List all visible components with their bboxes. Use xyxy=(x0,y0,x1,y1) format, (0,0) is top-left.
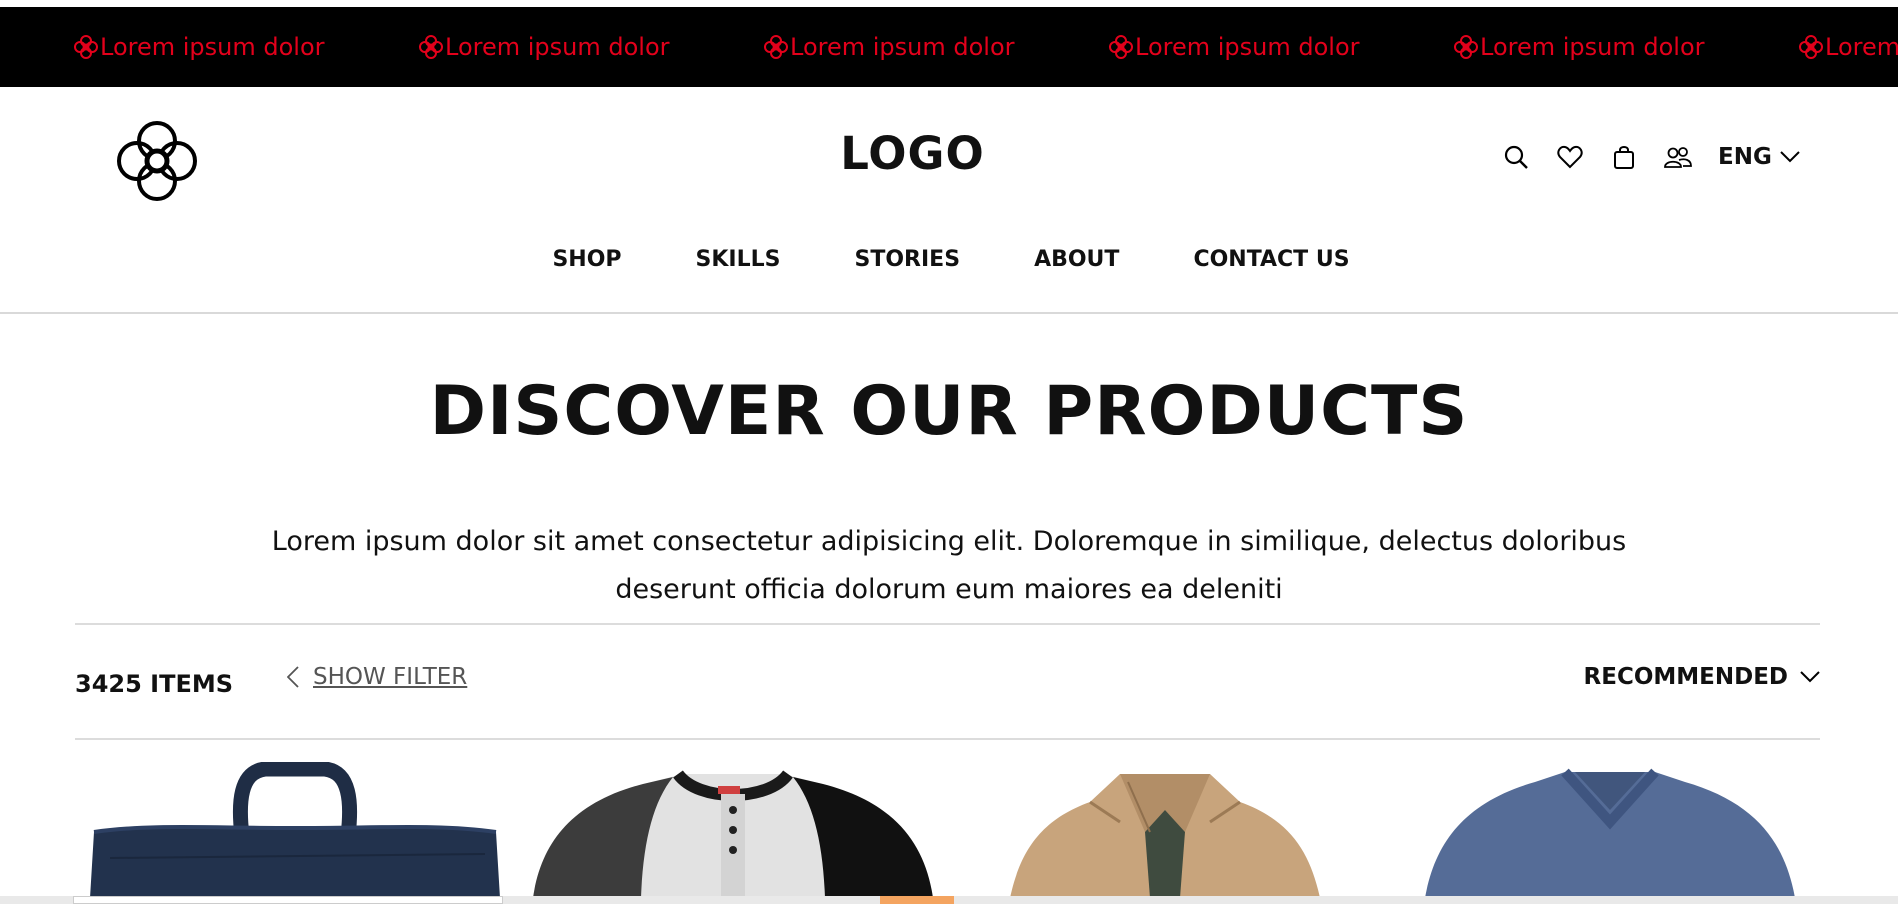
product-image-khaki-jacket[interactable] xyxy=(1010,762,1320,898)
flower-icon xyxy=(1454,35,1478,59)
announcement-item: Lorem ipsum dolor xyxy=(1453,7,1705,87)
item-count: 3425 ITEMS xyxy=(75,670,234,698)
bag-icon[interactable] xyxy=(1608,141,1640,173)
page-title: DISCOVER OUR PRODUCTS xyxy=(429,372,1469,451)
announcement-item: Lorem ipsum dolor xyxy=(73,7,325,87)
nav-item-stories[interactable]: STORIES xyxy=(855,247,961,272)
nav-item-skills[interactable]: SKILLS xyxy=(696,247,781,272)
product-image-navy-bag[interactable] xyxy=(90,762,500,898)
product-image-raglan-henley[interactable] xyxy=(533,762,933,898)
description-line: Lorem ipsum dolor sit amet consectetur a… xyxy=(271,526,1627,557)
search-icon[interactable] xyxy=(1500,141,1532,173)
main-nav: SHOP SKILLS STORIES ABOUT CONTACT US xyxy=(0,247,1898,272)
users-icon[interactable] xyxy=(1662,141,1694,173)
bottom-accent xyxy=(880,896,954,904)
announcement-item: Lorem xyxy=(1798,7,1898,87)
announcement-text: Lorem ipsum dolor xyxy=(1135,33,1360,61)
announcement-text: Lorem ipsum dolor xyxy=(100,33,325,61)
announcement-text: Lorem ipsum dolor xyxy=(445,33,670,61)
announcement-item: Lorem ipsum dolor xyxy=(763,7,1015,87)
language-selector[interactable]: ENG xyxy=(1718,144,1800,170)
flower-icon xyxy=(1799,35,1823,59)
chevron-left-icon xyxy=(287,666,299,688)
flower-icon xyxy=(764,35,788,59)
announcement-text: Lorem xyxy=(1825,33,1898,61)
announcement-item: Lorem ipsum dolor xyxy=(1108,7,1360,87)
window-top-edge xyxy=(0,0,1898,7)
flower-icon xyxy=(419,35,443,59)
description-line: deserunt officia dolorum eum maiores ea … xyxy=(615,574,1283,605)
page-description: Lorem ipsum dolor sit amet consectetur a… xyxy=(260,518,1638,614)
announcement-text: Lorem ipsum dolor xyxy=(790,33,1015,61)
flower-icon[interactable] xyxy=(117,121,197,201)
sort-dropdown[interactable]: RECOMMENDED xyxy=(1584,664,1820,690)
sort-label: RECOMMENDED xyxy=(1583,664,1788,690)
announcement-bar: Lorem ipsum dolor Lorem ipsum dolor Lore… xyxy=(0,7,1898,87)
chevron-down-icon xyxy=(1780,151,1800,163)
heart-icon[interactable] xyxy=(1554,141,1586,173)
divider xyxy=(75,738,1820,740)
bottom-card-edge xyxy=(73,896,503,904)
product-image-blue-v-neck[interactable] xyxy=(1425,762,1795,898)
nav-item-contact-us[interactable]: CONTACT US xyxy=(1193,247,1349,272)
announcement-item: Lorem ipsum dolor xyxy=(418,7,670,87)
flower-icon xyxy=(1109,35,1133,59)
header-actions: ENG xyxy=(1500,141,1800,173)
site-header: LOGO ENG SHOP SKILLS STORIES ABOUT CONTA… xyxy=(0,87,1898,314)
nav-item-shop[interactable]: SHOP xyxy=(552,247,621,272)
announcement-text: Lorem ipsum dolor xyxy=(1480,33,1705,61)
show-filter-label: SHOW FILTER xyxy=(313,664,468,690)
show-filter-button[interactable]: SHOW FILTER xyxy=(287,664,467,690)
product-toolbar: 3425 ITEMS SHOW FILTER RECOMMENDED xyxy=(75,640,1820,720)
nav-item-about[interactable]: ABOUT xyxy=(1034,247,1119,272)
language-label: ENG xyxy=(1718,144,1772,170)
site-logo[interactable]: LOGO xyxy=(780,127,1045,180)
chevron-down-icon xyxy=(1800,671,1820,683)
divider xyxy=(75,623,1820,625)
flower-icon xyxy=(74,35,98,59)
